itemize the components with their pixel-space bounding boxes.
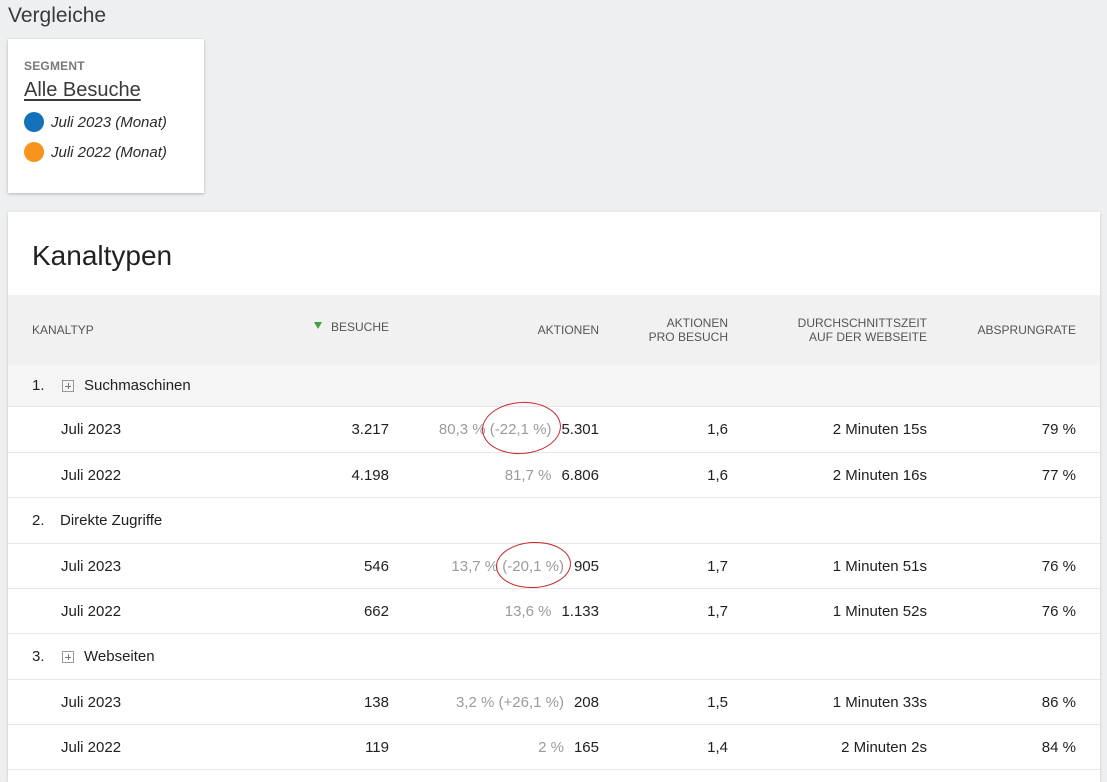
besuche-cell: 4.198 (351, 466, 389, 484)
group-index: 1. (32, 377, 45, 394)
group-row-direkte-zugriffe[interactable]: 2. Direkte Zugriffe (8, 498, 1100, 544)
aktionen-cell: 3,2 % (+26,1 %) 208 (456, 680, 599, 724)
apb-cell: 1,6 (707, 421, 728, 438)
group-name: Suchmaschinen (84, 377, 191, 394)
share-value: 81,7 % (504, 466, 552, 484)
absprung-cell: 76 % (1041, 602, 1076, 620)
absprung-cell: 79 % (1041, 421, 1076, 438)
besuche-cell: 119 (365, 738, 389, 756)
segment-link[interactable]: Alle Besuche (24, 79, 141, 102)
zeit-cell: 2 Minuten 15s (832, 421, 927, 438)
column-header-durchschnittszeit[interactable]: DURCHSCHNITTSZEIT AUF DER WEBSEITE (798, 316, 927, 344)
share-value: 2 % (538, 738, 564, 756)
table-row: Juli 2023 138 3,2 % (+26,1 %) 208 1,5 1 … (8, 680, 1100, 725)
group-label-cell: Suchmaschinen (62, 365, 191, 406)
group-name: Direkte Zugriffe (60, 512, 163, 529)
absprung-cell: 86 % (1041, 693, 1076, 711)
zeit-cell: 1 Minuten 33s (832, 693, 927, 711)
aktionen-value: 208 (573, 693, 599, 711)
aktionen-value: 6.806 (561, 466, 599, 484)
apb-cell: 1,6 (707, 466, 728, 484)
zeit-cell: 1 Minuten 51s (832, 557, 927, 575)
group-row-webseiten[interactable]: 3. Webseiten (8, 634, 1100, 680)
group-index: 2. (32, 512, 45, 529)
besuche-cell: 662 (363, 602, 389, 620)
table-row: Juli 2022 4.198 81,7 % 6.806 1,6 2 Minut… (8, 453, 1100, 498)
segment-label: SEGMENT (24, 59, 85, 73)
aktionen-value: 905 (573, 557, 599, 575)
period-cell: Juli 2022 (61, 738, 122, 756)
table-row: Juli 2023 3.217 80,3 % (-22,1 %) 5.301 1… (8, 407, 1100, 453)
column-header-kanaltyp[interactable]: KANALTYP (32, 323, 94, 337)
period-cell: Juli 2022 (61, 602, 122, 620)
column-header-aktionen[interactable]: AKTIONEN (538, 323, 599, 337)
zeit-cell: 2 Minuten 16s (832, 466, 927, 484)
table-row: Juli 2023 546 13,7 % (-20,1 %) 905 1,7 1… (8, 544, 1100, 589)
period-item: Juli 2022 (Monat) (24, 142, 188, 162)
aktionen-cell: 13,6 % 1.133 (505, 589, 599, 633)
aktionen-value: 1.133 (561, 602, 599, 620)
aktionen-cell: 13,7 % (-20,1 %) 905 (451, 544, 599, 588)
period-cell: Juli 2023 (61, 421, 122, 438)
share-value: 80,3 % (-22,1 %) (438, 421, 552, 438)
aktionen-cell: 81,7 % 6.806 (505, 453, 599, 497)
period-cell: Juli 2022 (61, 466, 122, 484)
group-label-cell: Webseiten (62, 634, 155, 679)
comparison-card: SEGMENT Alle Besuche Juli 2023 (Monat) J… (8, 39, 204, 193)
apb-cell: 1,4 (707, 738, 728, 756)
period-color-dot (24, 142, 44, 162)
share-value: 13,7 % (-20,1 %) (451, 557, 564, 575)
share-value: 3,2 % (+26,1 %) (455, 693, 564, 711)
absprung-cell: 76 % (1041, 557, 1076, 575)
report-title: Kanaltypen (32, 240, 173, 271)
table-row: Juli 2022 662 13,6 % 1.133 1,7 1 Minuten… (8, 589, 1100, 634)
period-color-dot (24, 112, 44, 132)
sort-desc-icon (313, 322, 322, 329)
expand-plus-icon[interactable] (62, 650, 74, 663)
period-cell: Juli 2023 (61, 693, 122, 711)
period-cell: Juli 2023 (61, 557, 122, 575)
column-header-besuche[interactable]: BESUCHE (313, 320, 389, 334)
period-item: Juli 2023 (Monat) (24, 112, 188, 132)
besuche-cell: 3.217 (351, 421, 389, 438)
column-header-aktionen-pro-besuch[interactable]: AKTIONEN PRO BESUCH (649, 316, 728, 344)
apb-cell: 1,5 (707, 693, 728, 711)
besuche-cell: 138 (363, 693, 389, 711)
table-row: Juli 2022 119 2 % 165 1,4 2 Minuten 2s 8… (8, 725, 1100, 770)
group-name: Webseiten (84, 648, 155, 665)
absprung-cell: 84 % (1041, 738, 1076, 756)
column-header-absprungrate[interactable]: ABSPRUNGRATE (978, 323, 1076, 337)
page-title: Vergleiche (8, 4, 107, 27)
apb-cell: 1,7 (707, 602, 728, 620)
apb-cell: 1,7 (707, 557, 728, 575)
period-label: Juli 2022 (Monat) (51, 143, 167, 161)
zeit-cell: 1 Minuten 52s (832, 602, 927, 620)
expand-plus-icon[interactable] (62, 379, 74, 392)
absprung-cell: 77 % (1041, 466, 1076, 484)
report-card: Kanaltypen KANALTYP BESUCHE AKTIONEN AKT… (8, 212, 1100, 782)
group-index: 3. (32, 648, 45, 665)
besuche-cell: 546 (363, 557, 389, 575)
aktionen-cell: 80,3 % (-22,1 %) 5.301 (439, 407, 599, 452)
aktionen-value: 5.301 (561, 421, 599, 438)
share-value: 13,6 % (504, 602, 552, 620)
group-row-suchmaschinen[interactable]: 1. Suchmaschinen (8, 365, 1100, 407)
aktionen-value: 165 (573, 738, 599, 756)
aktionen-cell: 2 % 165 (538, 725, 599, 769)
zeit-cell: 2 Minuten 2s (841, 738, 927, 756)
period-label: Juli 2023 (Monat) (51, 113, 167, 131)
table-header: KANALTYP BESUCHE AKTIONEN AKTIONEN PRO B… (8, 295, 1100, 365)
